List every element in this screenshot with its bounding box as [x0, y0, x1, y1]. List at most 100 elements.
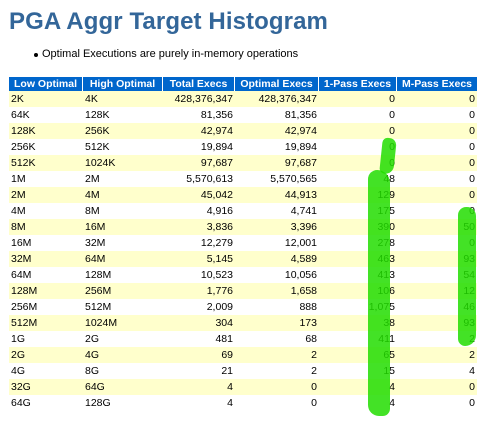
cell-optimal-execs: 81,356 [235, 107, 319, 123]
table-row: 2G 4G 69 2 65 2 [9, 347, 477, 363]
cell-m-pass-execs: 0 [397, 379, 477, 395]
cell-total-execs: 81,356 [163, 107, 235, 123]
cell-m-pass-execs: 0 [397, 155, 477, 171]
cell-m-pass-execs: 54 [397, 267, 477, 283]
cell-optimal-execs: 42,974 [235, 123, 319, 139]
header-1-pass-execs: 1-Pass Execs [319, 77, 397, 91]
table-row: 8M 16M 3,836 3,396 390 50 [9, 219, 477, 235]
cell-high-optimal: 64M [83, 251, 163, 267]
cell-total-execs: 97,687 [163, 155, 235, 171]
table-row: 1G 2G 481 68 411 2 [9, 331, 477, 347]
cell-high-optimal: 128K [83, 107, 163, 123]
cell-total-execs: 45,042 [163, 187, 235, 203]
cell-total-execs: 21 [163, 363, 235, 379]
page-title: PGA Aggr Target Histogram [9, 8, 328, 35]
table-row: 4M 8M 4,916 4,741 175 0 [9, 203, 477, 219]
cell-low-optimal: 256M [9, 299, 83, 315]
cell-m-pass-execs: 93 [397, 315, 477, 331]
table-row: 64G 128G 4 0 4 0 [9, 395, 477, 411]
table-row: 128K 256K 42,974 42,974 0 0 [9, 123, 477, 139]
cell-total-execs: 1,776 [163, 283, 235, 299]
table-row: 16M 32M 12,279 12,001 278 0 [9, 235, 477, 251]
cell-low-optimal: 64M [9, 267, 83, 283]
cell-high-optimal: 512M [83, 299, 163, 315]
cell-m-pass-execs: 0 [397, 203, 477, 219]
cell-total-execs: 4,916 [163, 203, 235, 219]
table-row: 2M 4M 45,042 44,913 129 0 [9, 187, 477, 203]
cell-total-execs: 428,376,347 [163, 91, 235, 107]
cell-1-pass-execs: 0 [319, 107, 397, 123]
table-row: 256K 512K 19,894 19,894 0 0 [9, 139, 477, 155]
table-row: 32M 64M 5,145 4,589 463 93 [9, 251, 477, 267]
cell-high-optimal: 256K [83, 123, 163, 139]
header-high-optimal: High Optimal [83, 77, 163, 91]
cell-1-pass-execs: 15 [319, 363, 397, 379]
cell-m-pass-execs: 50 [397, 219, 477, 235]
cell-low-optimal: 2G [9, 347, 83, 363]
cell-1-pass-execs: 65 [319, 347, 397, 363]
cell-low-optimal: 512M [9, 315, 83, 331]
cell-1-pass-execs: 4 [319, 395, 397, 411]
cell-low-optimal: 32M [9, 251, 83, 267]
cell-low-optimal: 2M [9, 187, 83, 203]
cell-optimal-execs: 97,687 [235, 155, 319, 171]
cell-optimal-execs: 2 [235, 347, 319, 363]
cell-m-pass-execs: 12 [397, 283, 477, 299]
cell-optimal-execs: 2 [235, 363, 319, 379]
table-row: 4G 8G 21 2 15 4 [9, 363, 477, 379]
cell-1-pass-execs: 1,075 [319, 299, 397, 315]
cell-m-pass-execs: 0 [397, 187, 477, 203]
cell-total-execs: 4 [163, 395, 235, 411]
cell-total-execs: 3,836 [163, 219, 235, 235]
table-row: 64M 128M 10,523 10,056 413 54 [9, 267, 477, 283]
cell-low-optimal: 8M [9, 219, 83, 235]
table-row: 512K 1024K 97,687 97,687 0 0 [9, 155, 477, 171]
cell-m-pass-execs: 46 [397, 299, 477, 315]
cell-1-pass-execs: 48 [319, 171, 397, 187]
cell-optimal-execs: 0 [235, 379, 319, 395]
cell-total-execs: 304 [163, 315, 235, 331]
cell-1-pass-execs: 413 [319, 267, 397, 283]
cell-1-pass-execs: 0 [319, 91, 397, 107]
cell-optimal-execs: 4,589 [235, 251, 319, 267]
cell-m-pass-execs: 2 [397, 347, 477, 363]
cell-optimal-execs: 19,894 [235, 139, 319, 155]
note-item: Optimal Executions are purely in-memory … [33, 48, 298, 60]
cell-optimal-execs: 4,741 [235, 203, 319, 219]
cell-low-optimal: 128M [9, 283, 83, 299]
cell-1-pass-execs: 0 [319, 123, 397, 139]
cell-high-optimal: 64G [83, 379, 163, 395]
header-low-optimal: Low Optimal [9, 77, 83, 91]
cell-total-execs: 10,523 [163, 267, 235, 283]
cell-total-execs: 5,145 [163, 251, 235, 267]
cell-1-pass-execs: 129 [319, 187, 397, 203]
table-row: 256M 512M 2,009 888 1,075 46 [9, 299, 477, 315]
cell-high-optimal: 256M [83, 283, 163, 299]
cell-total-execs: 2,009 [163, 299, 235, 315]
cell-m-pass-execs: 0 [397, 91, 477, 107]
cell-total-execs: 19,894 [163, 139, 235, 155]
notes-list: Optimal Executions are purely in-memory … [33, 48, 298, 60]
cell-low-optimal: 64G [9, 395, 83, 411]
cell-high-optimal: 512K [83, 139, 163, 155]
cell-1-pass-execs: 175 [319, 203, 397, 219]
cell-high-optimal: 2M [83, 171, 163, 187]
cell-high-optimal: 4M [83, 187, 163, 203]
header-m-pass-execs: M-Pass Execs [397, 77, 477, 91]
table-row: 2K 4K 428,376,347 428,376,347 0 0 [9, 91, 477, 107]
table-row: 128M 256M 1,776 1,658 106 12 [9, 283, 477, 299]
cell-total-execs: 481 [163, 331, 235, 347]
cell-m-pass-execs: 0 [397, 107, 477, 123]
cell-low-optimal: 2K [9, 91, 83, 107]
cell-optimal-execs: 68 [235, 331, 319, 347]
cell-total-execs: 69 [163, 347, 235, 363]
cell-high-optimal: 128G [83, 395, 163, 411]
cell-1-pass-execs: 0 [319, 139, 397, 155]
histogram-table: Low Optimal High Optimal Total Execs Opt… [9, 77, 477, 411]
table-row: 64K 128K 81,356 81,356 0 0 [9, 107, 477, 123]
table-row: 512M 1024M 304 173 38 93 [9, 315, 477, 331]
cell-1-pass-execs: 0 [319, 155, 397, 171]
cell-m-pass-execs: 4 [397, 363, 477, 379]
cell-total-execs: 5,570,613 [163, 171, 235, 187]
cell-high-optimal: 1024M [83, 315, 163, 331]
